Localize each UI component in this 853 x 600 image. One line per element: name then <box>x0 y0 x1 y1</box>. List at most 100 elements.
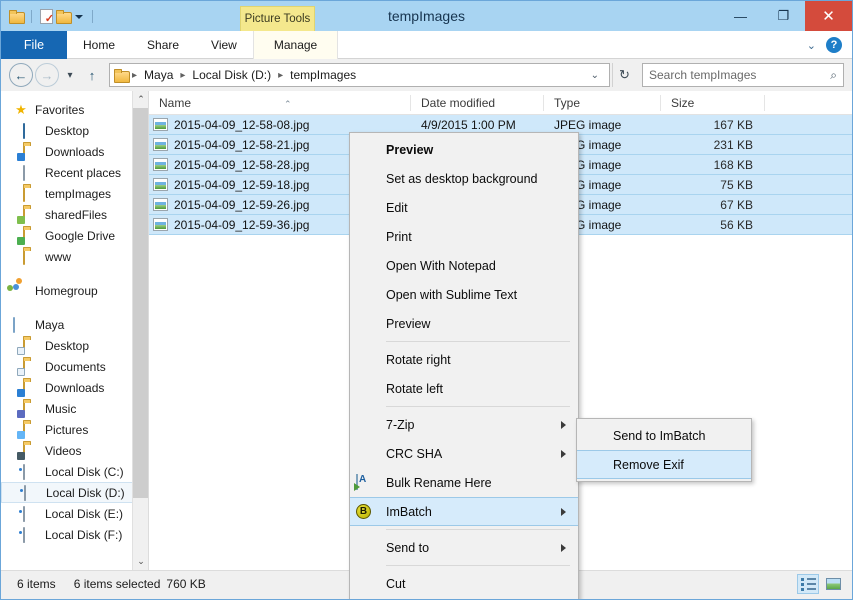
minimize-button[interactable]: — <box>719 1 762 31</box>
search-icon[interactable]: ⌕ <box>830 68 837 83</box>
sidebar-item-local-disk-d[interactable]: Local Disk (D:) <box>1 482 148 503</box>
tab-manage[interactable]: Manage <box>253 31 338 59</box>
search-input[interactable]: Search tempImages ⌕ <box>642 63 844 87</box>
chevron-down-icon[interactable]: ⌄ <box>807 39 816 52</box>
tab-share[interactable]: Share <box>131 31 195 59</box>
jpeg-image-icon <box>153 118 168 131</box>
view-mode-buttons[interactable] <box>797 574 844 594</box>
menu-item-open-with-sublime-text[interactable]: Open with Sublime Text <box>350 280 578 309</box>
menu-item-send-to-imbatch[interactable]: Send to ImBatch <box>577 421 751 450</box>
new-folder-icon[interactable] <box>56 10 71 23</box>
menu-item-bulk-rename-here[interactable]: Bulk Rename Here <box>350 468 578 497</box>
maximize-button[interactable]: ❐ <box>762 1 805 31</box>
imbatch-submenu[interactable]: Send to ImBatch Remove Exif <box>576 418 752 482</box>
forward-button[interactable]: → <box>35 63 59 87</box>
properties-icon[interactable] <box>39 9 53 23</box>
menu-item-rotate-left[interactable]: Rotate left <box>350 374 578 403</box>
sidebar-item-local-disk-e[interactable]: Local Disk (E:) <box>1 503 148 524</box>
scroll-up-icon[interactable]: ⌃ <box>133 91 149 108</box>
chevron-down-icon[interactable]: ⌄ <box>585 70 605 81</box>
tab-view[interactable]: View <box>195 31 253 59</box>
tab-file[interactable]: File <box>1 31 67 59</box>
scroll-down-icon[interactable]: ⌄ <box>133 553 149 570</box>
sidebar-item-recent-places[interactable]: Recent places <box>1 162 148 183</box>
column-header-type[interactable]: Type <box>544 91 661 115</box>
folder-icon[interactable] <box>9 10 24 23</box>
sidebar-item-label: Videos <box>45 444 81 458</box>
sidebar-group-homegroup[interactable]: Homegroup <box>1 280 148 301</box>
sidebar-item-google-drive[interactable]: Google Drive <box>1 225 148 246</box>
menu-item-cut[interactable]: Cut <box>350 569 578 598</box>
help-icon[interactable]: ? <box>826 37 842 53</box>
imbatch-icon: B <box>356 504 373 521</box>
menu-item-open-with-notepad[interactable]: Open With Notepad <box>350 251 578 280</box>
menu-separator <box>386 341 570 342</box>
sidebar-item-videos[interactable]: Videos <box>1 440 148 461</box>
sidebar-item-label: Local Disk (D:) <box>46 486 125 500</box>
homegroup-icon <box>13 284 29 298</box>
menu-item-crc-sha[interactable]: CRC SHA <box>350 439 578 468</box>
sidebar-item-desktop[interactable]: Desktop <box>1 120 148 141</box>
close-button[interactable]: ✕ <box>805 1 852 31</box>
sidebar-item-music[interactable]: Music <box>1 398 148 419</box>
window-controls[interactable]: — ❐ ✕ <box>719 1 852 31</box>
quick-access-toolbar[interactable] <box>1 1 97 31</box>
menu-item-set-as-desktop-background[interactable]: Set as desktop background <box>350 164 578 193</box>
sidebar-item-local-disk-c[interactable]: Local Disk (C:) <box>1 461 148 482</box>
file-name-cell[interactable]: 2015-04-09_12-58-08.jpg <box>149 118 411 132</box>
sidebar-group-label: Homegroup <box>35 284 98 298</box>
details-view-button[interactable] <box>797 574 819 594</box>
item-count: 6 items <box>17 577 56 591</box>
jpeg-image-icon <box>153 198 168 211</box>
menu-item-preview-default[interactable]: Preview <box>350 135 578 164</box>
column-headers: Name ⌃ Date modified Type Size <box>149 91 852 115</box>
menu-item-preview[interactable]: Preview <box>350 309 578 338</box>
sidebar-item-local-disk-f[interactable]: Local Disk (F:) <box>1 524 148 545</box>
sidebar-item-documents[interactable]: Documents <box>1 356 148 377</box>
menu-item-edit[interactable]: Edit <box>350 193 578 222</box>
sidebar-item-maya-desktop[interactable]: Desktop <box>1 335 148 356</box>
pictures-folder-icon <box>23 423 39 437</box>
menu-item-rotate-right[interactable]: Rotate right <box>350 345 578 374</box>
breadcrumb-separator-2[interactable]: ▸ <box>277 70 284 81</box>
navigation-scrollbar[interactable]: ⌃ ⌄ <box>132 91 148 570</box>
context-menu[interactable]: Preview Set as desktop background Edit P… <box>349 132 579 600</box>
tab-home[interactable]: Home <box>67 31 131 59</box>
column-header-size[interactable]: Size <box>661 91 765 115</box>
menu-item-imbatch[interactable]: B ImBatch <box>350 497 578 526</box>
sidebar-item-maya-downloads[interactable]: Downloads <box>1 377 148 398</box>
up-button[interactable]: ↑ <box>81 63 103 87</box>
recent-locations-icon[interactable]: ▾ <box>61 63 79 87</box>
sidebar-group-maya[interactable]: Maya <box>1 314 148 335</box>
sidebar-group-favorites[interactable]: ★ Favorites <box>1 99 148 120</box>
file-size-cell: 67 KB <box>661 198 765 212</box>
file-size-cell: 168 KB <box>661 158 765 172</box>
breadcrumb-item-tempimages[interactable]: tempImages <box>286 68 360 82</box>
sidebar-item-pictures[interactable]: Pictures <box>1 419 148 440</box>
file-size-cell: 75 KB <box>661 178 765 192</box>
sidebar-item-downloads[interactable]: Downloads <box>1 141 148 162</box>
scrollbar-thumb[interactable] <box>133 108 149 498</box>
menu-item-7-zip[interactable]: 7-Zip <box>350 410 578 439</box>
back-button[interactable]: ← <box>9 63 33 87</box>
large-icons-view-button[interactable] <box>822 574 844 594</box>
breadcrumb-item-local-disk-d[interactable]: Local Disk (D:) <box>188 68 275 82</box>
breadcrumb[interactable]: ▸ Maya ▸ Local Disk (D:) ▸ tempImages ⌄ <box>109 63 610 87</box>
title-bar: Picture Tools tempImages — ❐ ✕ <box>1 1 852 31</box>
breadcrumb-item-maya[interactable]: Maya <box>140 68 177 82</box>
sidebar-item-sharedfiles[interactable]: sharedFiles <box>1 204 148 225</box>
menu-item-print[interactable]: Print <box>350 222 578 251</box>
menu-item-send-to[interactable]: Send to <box>350 533 578 562</box>
menu-item-remove-exif[interactable]: Remove Exif <box>577 450 751 479</box>
refresh-icon[interactable]: ↻ <box>612 63 636 87</box>
large-icons-view-icon <box>826 578 841 590</box>
file-name: 2015-04-09_12-59-26.jpg <box>174 198 309 212</box>
breadcrumb-separator-1[interactable]: ▸ <box>179 70 186 81</box>
menu-item-label: Send to <box>386 541 429 555</box>
sidebar-item-tempimages[interactable]: tempImages <box>1 183 148 204</box>
breadcrumb-separator-0[interactable]: ▸ <box>131 70 138 81</box>
column-header-date-modified[interactable]: Date modified <box>411 91 544 115</box>
sidebar-item-www[interactable]: www <box>1 246 148 267</box>
customize-dropdown-icon[interactable] <box>74 11 85 22</box>
column-header-name[interactable]: Name ⌃ <box>149 91 411 115</box>
